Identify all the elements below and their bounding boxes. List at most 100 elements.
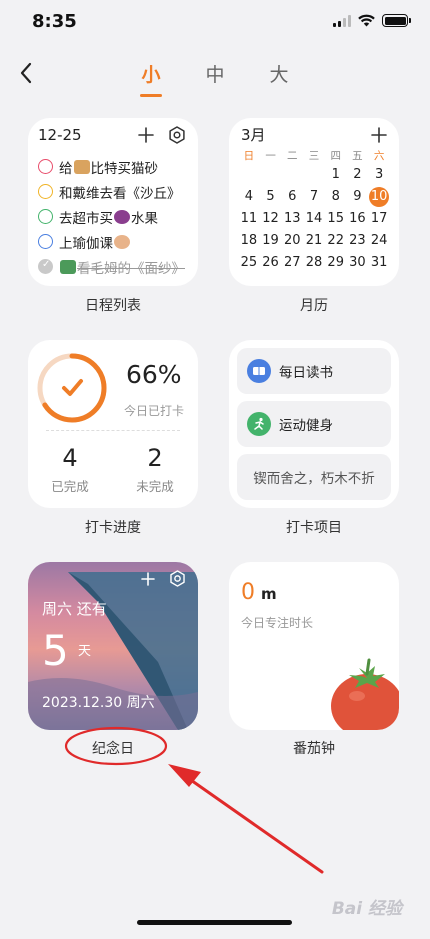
gear-icon[interactable] — [169, 570, 186, 587]
schedule-item-text: 和戴维去看《沙丘》 — [59, 185, 181, 202]
checkin-items-widget[interactable]: 每日读书 运动健身 锲而舍之，朽木不折 — [229, 340, 399, 508]
calendar-day-empty — [303, 166, 325, 184]
calendar-today[interactable]: 10 — [369, 187, 390, 207]
calendar-day[interactable]: 26 — [260, 254, 282, 272]
schedule-item-text: 给 — [59, 160, 73, 177]
schedule-item[interactable]: 给 比特买猫砂 — [38, 154, 194, 179]
calendar-weekday: 六 — [373, 150, 385, 162]
calendar-day[interactable]: 18 — [238, 232, 260, 250]
status-time: 8:35 — [32, 11, 77, 32]
size-tabs: 小 中 大 — [0, 60, 430, 97]
calendar-widget[interactable]: 3月 日一二三四五六 1 2 3 4 5 6 7 8 9 10 11 12 13 14 15 16 17 18 19 2… — [229, 118, 399, 286]
calendar-day[interactable]: 16 — [347, 210, 369, 228]
calendar-day[interactable]: 4 — [238, 188, 260, 206]
pomodoro-caption: 番茄钟 — [293, 741, 335, 757]
schedule-header: 12-25 — [38, 126, 186, 144]
progress-ring — [37, 353, 107, 423]
calendar-day-empty — [260, 166, 282, 184]
calendar-day[interactable]: 28 — [303, 254, 325, 272]
habit-label: 运动健身 — [279, 418, 333, 434]
calendar-day[interactable]: 25 — [238, 254, 260, 272]
calendar-day[interactable]: 10 — [368, 187, 390, 207]
motto-text: 锲而舍之，朽木不折 — [237, 454, 391, 500]
schedule-date: 12-25 — [38, 126, 82, 144]
status-circle[interactable] — [38, 159, 53, 174]
calendar-day[interactable]: 15 — [325, 210, 347, 228]
habits-caption: 打卡项目 — [286, 520, 342, 536]
status-circle[interactable] — [38, 209, 53, 224]
anniversary-toolbar — [141, 570, 186, 587]
plus-icon[interactable] — [141, 571, 155, 586]
calendar-day[interactable]: 30 — [347, 254, 369, 272]
focus-time-label: 今日专注时长 — [241, 616, 314, 630]
focus-time: 0 m — [241, 580, 277, 605]
status-circle[interactable] — [38, 184, 53, 199]
pomodoro-widget[interactable]: 0 m 今日专注时长 — [229, 562, 399, 730]
schedule-item[interactable]: 和戴维去看《沙丘》 — [38, 179, 194, 204]
schedule-caption: 日程列表 — [85, 298, 141, 314]
calendar-header: 3月 — [241, 124, 387, 145]
calendar-day[interactable]: 29 — [325, 254, 347, 272]
calendar-day-empty — [281, 166, 303, 184]
calendar-day[interactable]: 13 — [281, 210, 303, 228]
calendar-day[interactable]: 27 — [281, 254, 303, 272]
checkin-progress-widget[interactable]: 66% 今日已打卡 4 已完成 2 未完成 — [28, 340, 198, 508]
habit-item-fitness[interactable]: 运动健身 — [237, 401, 391, 447]
annotation-arrow — [186, 776, 324, 874]
calendar-day[interactable]: 1 — [325, 166, 347, 184]
watermark: Bai 经验 — [331, 899, 402, 919]
status-bar: 8:35 — [0, 0, 430, 46]
calendar-day[interactable]: 20 — [281, 232, 303, 250]
calendar-day[interactable]: 21 — [303, 232, 325, 250]
plus-icon[interactable] — [371, 126, 387, 143]
calendar-day-empty — [238, 166, 260, 184]
calendar-weekday: 三 — [308, 150, 320, 162]
calendar-day[interactable]: 9 — [347, 188, 369, 206]
tab-medium[interactable]: 中 — [204, 60, 226, 87]
schedule-item-text: 上瑜伽课 — [59, 235, 113, 252]
calendar-day[interactable]: 23 — [347, 232, 369, 250]
calendar-day[interactable]: 22 — [325, 232, 347, 250]
status-circle[interactable] — [38, 234, 53, 249]
calendar-day[interactable]: 6 — [281, 188, 303, 206]
running-icon — [247, 412, 271, 436]
habit-item-reading[interactable]: 每日读书 — [237, 348, 391, 394]
schedule-widget[interactable]: 12-25 给 比特买猫砂 和戴维去看《沙丘》 去超市买 水果 上瑜伽课 ✓ 看… — [28, 118, 198, 286]
schedule-item-text: 比特买猫砂 — [90, 160, 159, 177]
calendar-grid: 日一二三四五六 1 2 3 4 5 6 7 8 9 10 11 12 13 14 15 16 17 18 19 20 21… — [238, 148, 390, 272]
calendar-caption: 月历 — [300, 298, 328, 314]
dog-icon — [73, 159, 90, 174]
plus-icon[interactable] — [138, 127, 154, 143]
calendar-day[interactable]: 11 — [238, 210, 260, 228]
anniversary-widget[interactable]: 周六 还有 5 天 2023.12.30 周六 — [28, 562, 198, 730]
calendar-day[interactable]: 7 — [303, 188, 325, 206]
calendar-day[interactable]: 31 — [368, 254, 390, 272]
battery-icon — [382, 14, 411, 27]
gear-icon[interactable] — [168, 126, 186, 144]
done-check-icon[interactable] — [38, 259, 53, 274]
tab-small[interactable]: 小 — [140, 60, 162, 97]
calendar-day[interactable]: 17 — [368, 210, 390, 228]
calendar-day[interactable]: 14 — [303, 210, 325, 228]
anniversary-unit: 天 — [78, 644, 92, 659]
calendar-day[interactable]: 8 — [325, 188, 347, 206]
book-icon — [247, 359, 271, 383]
anniversary-date: 2023.12.30 周六 — [42, 695, 155, 711]
calendar-day[interactable]: 2 — [347, 166, 369, 184]
done-label: 已完成 — [51, 479, 89, 494]
grapes-icon — [114, 209, 130, 224]
calendar-day[interactable]: 3 — [368, 166, 390, 184]
calendar-day[interactable]: 5 — [260, 188, 282, 206]
schedule-item[interactable]: 看毛姆的《面纱》 — [38, 254, 194, 279]
calendar-day[interactable]: 12 — [260, 210, 282, 228]
calendar-day[interactable]: 24 — [368, 232, 390, 250]
schedule-item[interactable]: 去超市买 水果 — [38, 204, 194, 229]
tab-large[interactable]: 大 — [268, 60, 290, 87]
schedule-item[interactable]: 上瑜伽课 — [38, 229, 194, 254]
calendar-day[interactable]: 19 — [260, 232, 282, 250]
top-nav: 小 中 大 — [0, 52, 430, 97]
done-stat: 4 已完成 — [30, 444, 110, 495]
yoga-icon — [114, 234, 130, 249]
focus-time-unit: m — [261, 585, 277, 603]
home-indicator[interactable] — [137, 920, 292, 925]
